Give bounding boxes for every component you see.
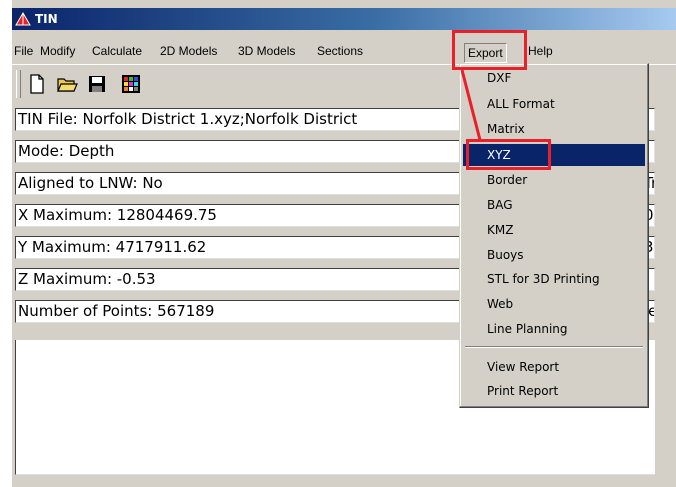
mode-text: Mode: Depth xyxy=(18,142,115,160)
menu-separator xyxy=(465,346,643,348)
menu-modify[interactable]: Modify xyxy=(40,44,75,58)
number-of-points-text: Number of Points: 567189 xyxy=(18,302,215,320)
title-bar[interactable]: TIN xyxy=(12,8,676,30)
x-maximum-text: X Maximum: 12804469.75 xyxy=(18,206,217,224)
z-maximum-text: Z Maximum: -0.53 xyxy=(18,270,156,288)
menu-bar: File Modify Calculate 2D Models 3D Model… xyxy=(12,38,676,63)
view-report[interactable]: View Report xyxy=(463,356,645,378)
export-stl[interactable]: STL for 3D Printing xyxy=(463,268,645,290)
export-line-planning[interactable]: Line Planning xyxy=(463,318,645,340)
y-maximum-text: Y Maximum: 4717911.62 xyxy=(18,238,207,256)
menu-2d-models[interactable]: 2D Models xyxy=(160,44,217,58)
export-web[interactable]: Web xyxy=(463,293,645,315)
export-buoys[interactable]: Buoys xyxy=(463,244,645,266)
tin-file-text: TIN File: Norfolk District 1.xyz;Norfolk… xyxy=(18,110,358,128)
export-bag[interactable]: BAG xyxy=(463,194,645,216)
export-dropdown-menu: DXF ALL Format Matrix XYZ Border BAG KMZ… xyxy=(459,63,649,408)
new-file-icon[interactable] xyxy=(26,73,48,95)
export-border[interactable]: Border xyxy=(463,169,645,191)
menu-sections[interactable]: Sections xyxy=(317,44,363,58)
menu-help[interactable]: Help xyxy=(528,44,553,58)
export-matrix[interactable]: Matrix xyxy=(463,118,645,140)
color-palette-icon[interactable] xyxy=(120,73,142,95)
tin-app-icon xyxy=(15,11,31,27)
export-dxf[interactable]: DXF xyxy=(463,67,645,89)
print-report[interactable]: Print Report xyxy=(463,380,645,402)
xyz-highlight-box xyxy=(466,139,551,170)
toolbar-grip[interactable] xyxy=(16,70,21,98)
export-highlight-box xyxy=(452,30,527,70)
menu-3d-models[interactable]: 3D Models xyxy=(238,44,295,58)
export-kmz[interactable]: KMZ xyxy=(463,219,645,241)
aligned-text: Aligned to LNW: No xyxy=(18,174,163,192)
save-disk-icon[interactable] xyxy=(86,73,108,95)
menu-file[interactable]: File xyxy=(14,44,33,58)
menu-calculate[interactable]: Calculate xyxy=(92,44,142,58)
open-folder-icon[interactable] xyxy=(56,73,78,95)
export-all-format[interactable]: ALL Format xyxy=(463,93,645,115)
window-title: TIN xyxy=(35,12,58,26)
